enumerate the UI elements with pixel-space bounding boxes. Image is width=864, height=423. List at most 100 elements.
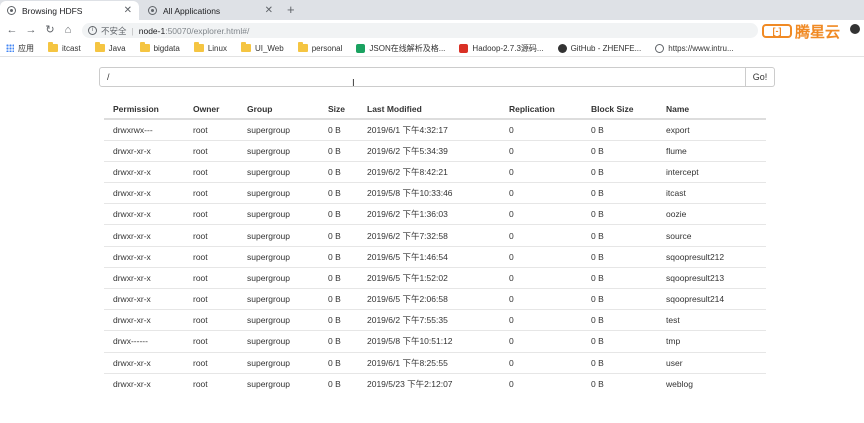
cell-group: supergroup xyxy=(238,309,319,331)
tab-label: All Applications xyxy=(163,5,221,16)
bookmark-github[interactable]: GitHub - ZHENFE... xyxy=(557,43,641,53)
cell-group: supergroup xyxy=(238,203,319,225)
cell-permission: drwxr-xr-x xyxy=(104,309,184,331)
cell-permission: drwxr-xr-x xyxy=(104,139,184,162)
new-tab-button[interactable]: + xyxy=(287,2,295,18)
cell-replication: 0 xyxy=(500,224,582,247)
cell-owner: root xyxy=(184,372,238,395)
cell-last-modified: 2019/5/8 下午10:33:46 xyxy=(358,182,500,204)
cell-name[interactable]: weblog xyxy=(657,372,766,395)
cell-replication: 0 xyxy=(500,351,582,374)
cell-name[interactable]: export xyxy=(657,119,766,140)
cell-name[interactable]: oozie xyxy=(657,203,766,225)
bookmark-personal[interactable]: personal xyxy=(297,42,342,53)
tab-label: Browsing HDFS xyxy=(22,5,83,16)
column-header-replication: Replication xyxy=(500,99,582,120)
go-button[interactable]: Go! xyxy=(746,67,775,87)
cell-owner: root xyxy=(184,351,238,374)
bookmark-linux[interactable]: Linux xyxy=(193,42,227,53)
bookmark-json[interactable]: JSON在线解析及格... xyxy=(356,43,445,54)
cell-permission: drwxr-xr-x xyxy=(104,266,184,289)
bookmark-hadoop[interactable]: Hadoop-2.7.3源码... xyxy=(459,43,544,54)
cell-replication: 0 xyxy=(500,160,582,183)
cell-block-size: 0 B xyxy=(582,287,657,310)
close-icon[interactable]: ✕ xyxy=(265,5,273,16)
cell-last-modified: 2019/5/8 下午10:51:12 xyxy=(358,330,500,353)
table-row: drwxr-xr-x root supergroup 0 B 2019/6/2 下午1:… xyxy=(104,203,766,225)
globe-icon xyxy=(7,6,16,15)
cell-name[interactable]: user xyxy=(657,351,766,374)
info-icon[interactable]: i xyxy=(88,26,97,35)
bookmark-apps[interactable]: 应用 xyxy=(6,43,34,54)
bookmark-itcast[interactable]: itcast xyxy=(48,42,81,53)
github-icon xyxy=(557,43,567,53)
cell-name[interactable]: source xyxy=(657,224,766,247)
address-bar[interactable]: i 不安全 | node-1 :50070/explorer.html#/ xyxy=(82,23,758,38)
cell-permission: drwxr-xr-x xyxy=(104,203,184,225)
cell-block-size: 0 B xyxy=(582,139,657,162)
bookmark-label: Linux xyxy=(207,43,227,53)
cell-permission: drwxrwx--- xyxy=(113,124,153,135)
directory-table: Permission Owner Group Size Last Modified Rep… xyxy=(104,99,766,395)
table-row: drwxrwx--- root supergroup 0 B 2019/6/1 下午4:… xyxy=(104,119,766,140)
reload-icon[interactable]: ↻ xyxy=(43,22,57,38)
cell-last-modified: 2019/6/1 下午4:32:17 xyxy=(367,124,448,135)
cell-name[interactable]: flume xyxy=(657,139,766,162)
cell-size: 0 B xyxy=(319,372,358,395)
cell-owner: root xyxy=(184,182,238,204)
back-arrow-icon[interactable]: ← xyxy=(5,22,19,38)
column-header-permission: Permission xyxy=(104,99,184,120)
table-header-row: Permission Owner Group Size Last Modified Rep… xyxy=(104,99,766,120)
cell-name[interactable]: tmp xyxy=(657,330,766,353)
cell-block-size: 0 B xyxy=(582,224,657,247)
close-icon[interactable]: ✕ xyxy=(124,5,132,16)
bookmark-java[interactable]: Java xyxy=(94,42,126,53)
folder-icon xyxy=(193,42,204,52)
insecure-label: 不安全 xyxy=(101,25,127,36)
cell-name[interactable]: itcast xyxy=(657,182,766,204)
cell-name[interactable]: sqoopresult214 xyxy=(657,287,766,310)
folder-icon xyxy=(48,42,58,52)
cell-replication: 0 xyxy=(509,124,514,135)
cell-permission: drwxr-xr-x xyxy=(104,224,184,247)
cell-replication: 0 xyxy=(500,309,582,331)
cell-permission: drwx------ xyxy=(104,330,184,353)
cell-replication: 0 xyxy=(500,245,582,268)
cell-block-size: 0 B xyxy=(582,266,657,289)
cell-replication: 0 xyxy=(500,203,582,225)
globe-icon xyxy=(655,43,665,53)
bookmark-label: UI_Web xyxy=(254,43,284,53)
folder-icon xyxy=(94,42,105,52)
cell-name[interactable]: sqoopresult212 xyxy=(657,245,766,268)
extension-icon[interactable] xyxy=(850,24,860,34)
table-row: drwxr-xr-x root supergroup 0 B 2019/5/23 下午2… xyxy=(104,372,766,395)
cell-size: 0 B xyxy=(319,245,358,268)
tab-all-applications[interactable]: All Applications ✕ xyxy=(141,1,280,20)
cell-replication: 0 xyxy=(500,287,582,310)
bookmark-ui-web[interactable]: UI_Web xyxy=(240,42,284,53)
cell-owner: root xyxy=(184,160,238,183)
brand-mark-icon: [-] xyxy=(762,24,792,38)
cell-owner: root xyxy=(184,224,238,247)
url-host: node-1 xyxy=(138,25,166,36)
bookmark-label: itcast xyxy=(62,43,81,53)
cell-name[interactable]: test xyxy=(657,309,766,331)
brand-text: 腾星云 xyxy=(795,22,841,41)
folder-icon xyxy=(297,42,308,52)
path-bar: Go! xyxy=(99,67,775,87)
home-icon[interactable]: ⌂ xyxy=(61,22,75,38)
bookmark-bigdata[interactable]: bigdata xyxy=(139,42,180,53)
url-path: :50070/explorer.html#/ xyxy=(165,25,250,36)
cell-last-modified: 2019/6/1 下午8:25:55 xyxy=(358,351,500,374)
cell-block-size: 0 B xyxy=(582,160,657,183)
cell-name[interactable]: intercept xyxy=(657,160,766,183)
bookmark-label: Java xyxy=(108,43,126,53)
tab-browsing-hdfs[interactable]: Browsing HDFS ✕ xyxy=(0,1,139,20)
bookmark-intru[interactable]: https://www.intru... xyxy=(655,43,734,53)
cell-owner: root xyxy=(193,124,208,135)
table-row: drwx------ root supergroup 0 B 2019/5/8 下午10… xyxy=(104,330,766,353)
cell-owner: root xyxy=(184,287,238,310)
cell-name[interactable]: sqoopresult213 xyxy=(657,266,766,289)
forward-arrow-icon[interactable]: → xyxy=(24,22,38,38)
path-input[interactable] xyxy=(99,67,746,87)
